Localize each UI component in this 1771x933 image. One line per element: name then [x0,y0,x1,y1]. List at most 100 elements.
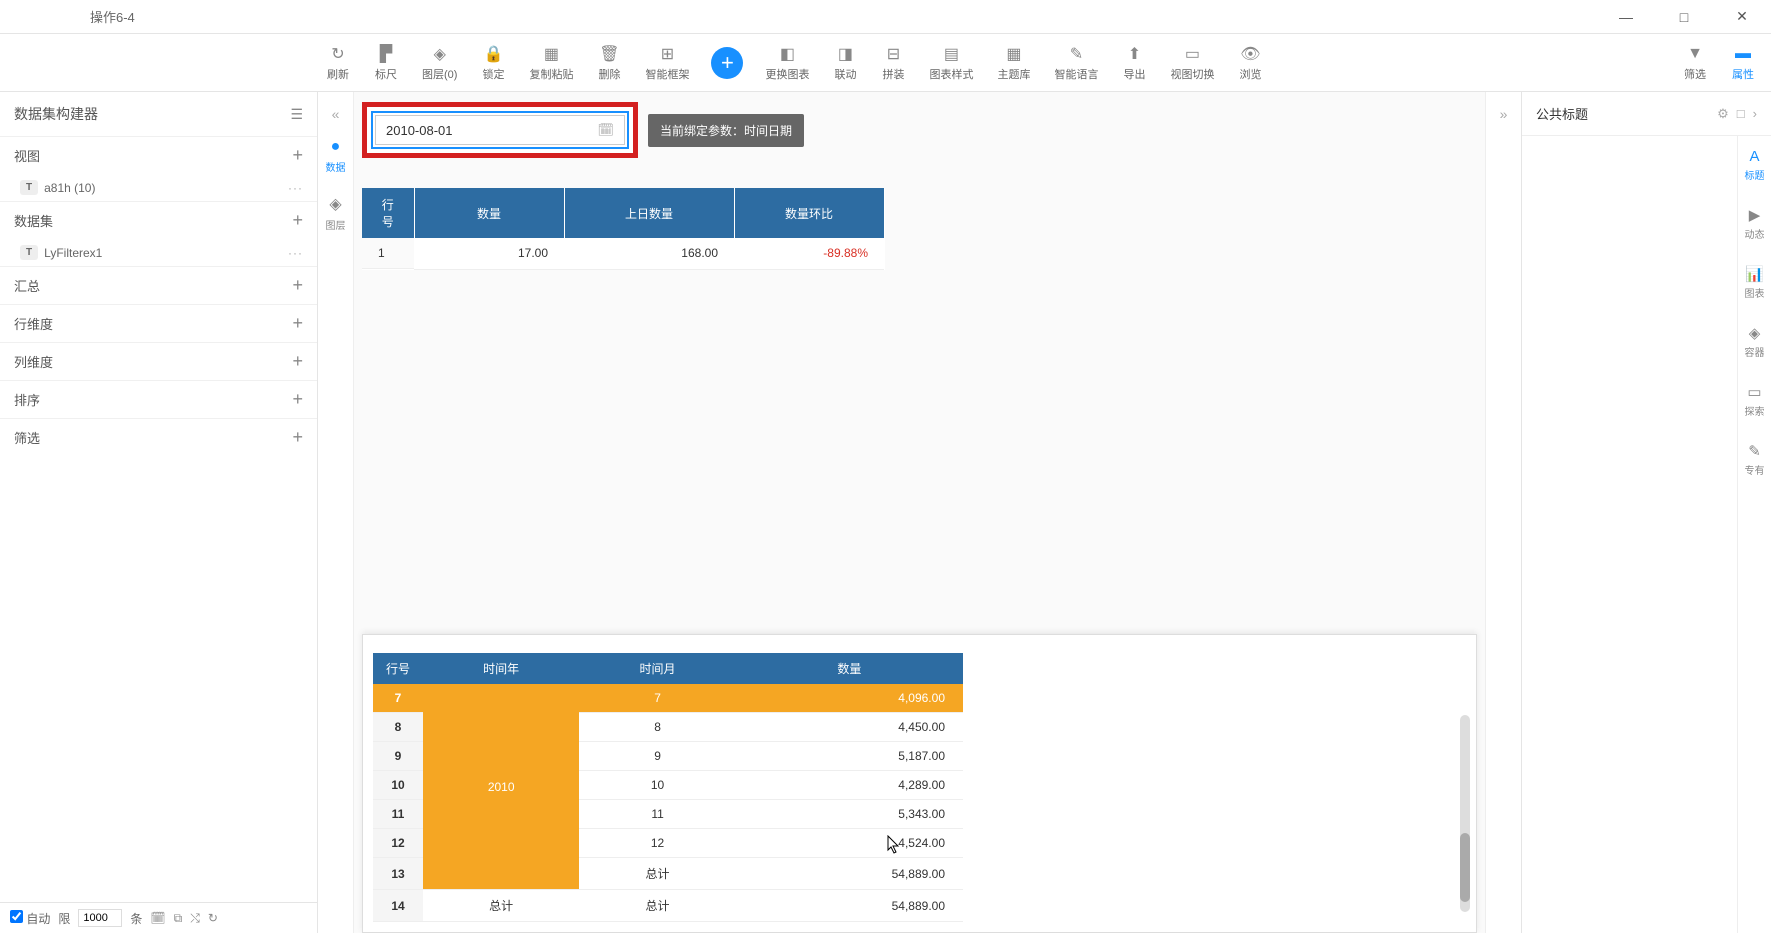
toolbar-智能语言[interactable]: ✎ 智能语言 [1042,40,1110,86]
section-view[interactable]: 视图+ [0,136,317,174]
浏览-icon: 👁 [1240,44,1260,64]
锁定-icon: 🔒 [483,44,503,64]
right-tab-标题[interactable]: A标题 [1741,136,1769,194]
maximize-button[interactable]: □ [1655,0,1713,34]
left-bottom-bar: 自动 限 条 🗓 ⧉ ⤭ ↻ [0,902,317,933]
table-header: 时间月 [579,653,735,684]
center-left-nav: « ●数据 ◈图层 [318,92,354,933]
collapse-icon[interactable]: ☰ [290,106,303,123]
toolbar-视图切换[interactable]: ▭ 视图切换 [1158,40,1226,86]
add-icon[interactable]: + [292,210,303,231]
图层(0)-icon: ◈ [430,44,450,64]
toolbar-标尺[interactable]: ▛ 标尺 [362,40,410,86]
scrollbar-thumb[interactable] [1460,833,1470,902]
scrollbar[interactable] [1460,715,1470,912]
刷新-icon: ↻ [328,44,348,64]
section-dataset[interactable]: 数据集+ [0,201,317,239]
table-header: 行号 [362,188,414,238]
add-icon[interactable]: + [292,313,303,334]
more-icon[interactable]: ··· [288,246,303,260]
toolbar-智能框架[interactable]: ⊞ 智能框架 [633,40,701,86]
right-tab-动态[interactable]: ▶动态 [1741,194,1769,253]
toolbar-删除[interactable]: 🗑 删除 [585,40,633,86]
toolbar-属性[interactable]: ▬ 属性 [1719,40,1767,86]
chevron-right-icon[interactable]: › [1753,106,1757,122]
图表样式-icon: ▤ [941,44,961,64]
section-sort[interactable]: 排序+ [0,380,317,418]
add-icon[interactable]: + [292,351,303,372]
拼装-icon: ⊟ [883,44,903,64]
table-row[interactable]: 7201074,096.00 [373,684,963,713]
right-tab-图表[interactable]: 📊图表 [1741,253,1769,312]
param-badge: 当前绑定参数：时间日期 [648,114,804,147]
toolbar-复制粘贴[interactable]: ▦ 复制粘贴 [517,40,585,86]
table-row[interactable]: 117.00168.00-89.88% [362,238,884,269]
right-panel-header: 公共标题 ⚙ □ › [1522,92,1771,136]
right-tab-探索[interactable]: ▭探索 [1741,371,1769,430]
main-toolbar: ↻ 刷新 ▛ 标尺 ◈ 图层(0) 🔒 锁定 ▦ 复制粘贴 🗑 删除 ⊞ 智能框… [0,34,1771,92]
gear-icon[interactable]: ⚙ [1717,106,1729,122]
title-bar: 操作6-4 — □ ✕ [0,0,1771,34]
section-col_dim[interactable]: 列维度+ [0,342,317,380]
toolbar-筛选[interactable]: ▼ 筛选 [1671,40,1719,86]
side-tab-图层[interactable]: ◈图层 [322,184,350,242]
toolbar-锁定[interactable]: 🔒 锁定 [469,40,517,86]
section-item[interactable]: TLyFilterex1··· [0,239,317,266]
add-icon[interactable]: + [292,427,303,448]
collapse-left-icon[interactable]: « [326,100,346,128]
add-icon[interactable]: + [292,275,303,296]
refresh-icon[interactable]: ↻ [208,911,218,925]
toolbar-联动[interactable]: ◨ 联动 [821,40,869,86]
right-tab-容器[interactable]: ◈容器 [1741,312,1769,371]
toolbar-浏览[interactable]: 👁 浏览 [1226,40,1274,86]
minimize-button[interactable]: — [1597,0,1655,34]
table-header: 上日数量 [564,188,734,238]
merged-year-cell[interactable]: 2010 [423,684,579,890]
right-tab-专有[interactable]: ✎专有 [1741,430,1769,489]
add-icon[interactable]: + [292,389,303,410]
table-header: 行号 [373,653,423,684]
section-filter[interactable]: 筛选+ [0,418,317,456]
复制粘贴-icon: ▦ [541,44,561,64]
square-icon[interactable]: □ [1737,106,1745,122]
calendar-icon[interactable]: 🗓 [597,122,614,138]
document-title: 操作6-4 [90,7,135,26]
视图切换-icon: ▭ [1182,44,1202,64]
collapse-right-icon[interactable]: » [1494,100,1514,128]
table-header: 数量 [414,188,564,238]
limit-input[interactable] [78,909,122,927]
删除-icon: 🗑 [599,44,619,64]
more-icon[interactable]: ··· [288,181,303,195]
toolbar-拼装[interactable]: ⊟ 拼装 [869,40,917,86]
copy-icon[interactable]: ⧉ [174,911,183,926]
add-button[interactable]: + [711,47,743,79]
属性-icon: ▬ [1733,44,1753,64]
table-header: 时间年 [423,653,579,684]
toolbar-图层(0)[interactable]: ◈ 图层(0) [410,40,469,86]
left-sidebar: 数据集构建器 ☰ 视图+Ta81h (10)···数据集+TLyFilterex… [0,92,318,933]
主题库-icon: ▦ [1004,44,1024,64]
table-header: 数量环比 [734,188,884,238]
add-icon[interactable]: + [292,145,303,166]
right-sidebar: 公共标题 ⚙ □ › A标题 ▶动态 📊图表 ◈容器 ▭探索 ✎专有 [1521,92,1771,933]
toolbar-图表样式[interactable]: ▤ 图表样式 [917,40,985,86]
table-row[interactable]: 14总计总计54,889.00 [373,890,963,922]
智能语言-icon: ✎ [1066,44,1086,64]
close-button[interactable]: ✕ [1713,0,1771,34]
标尺-icon: ▛ [376,44,396,64]
section-row_dim[interactable]: 行维度+ [0,304,317,342]
section-summary[interactable]: 汇总+ [0,266,317,304]
toolbar-主题库[interactable]: ▦ 主题库 [985,40,1042,86]
calendar-icon[interactable]: 🗓 [150,911,165,925]
detail-table[interactable]: 行号时间年时间月数量 7201074,096.00884,450.00995,1… [373,653,963,922]
date-input[interactable]: 2010-08-01 🗓 [375,115,625,145]
shuffle-icon[interactable]: ⤭ [190,911,200,926]
联动-icon: ◨ [835,44,855,64]
toolbar-导出[interactable]: ⬆ 导出 [1110,40,1158,86]
section-item[interactable]: Ta81h (10)··· [0,174,317,201]
side-tab-数据[interactable]: ●数据 [322,128,350,184]
detail-table-panel: 行号时间年时间月数量 7201074,096.00884,450.00995,1… [362,634,1477,933]
toolbar-更换图表[interactable]: ◧ 更换图表 [753,40,821,86]
toolbar-刷新[interactable]: ↻ 刷新 [314,40,362,86]
auto-checkbox[interactable]: 自动 [10,910,50,927]
